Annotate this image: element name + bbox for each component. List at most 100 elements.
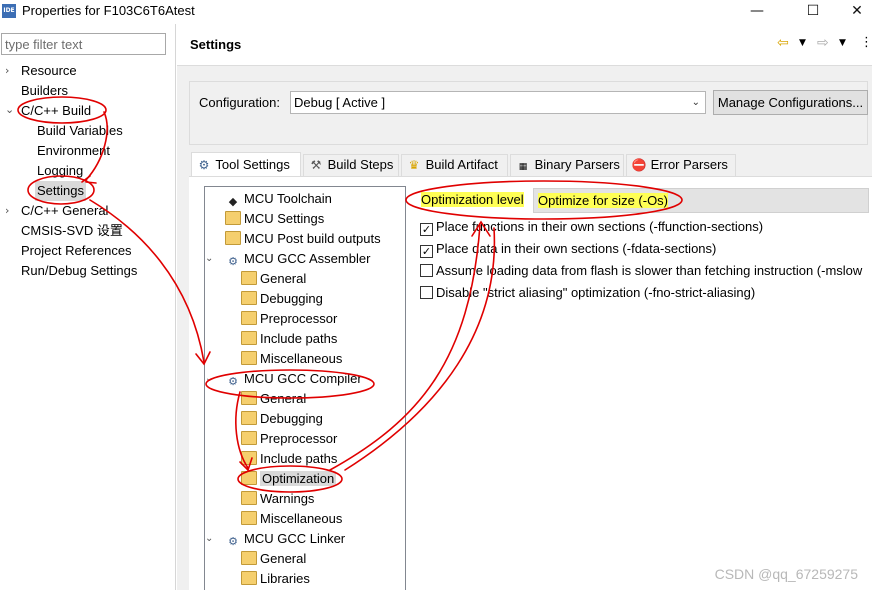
tab-binary-parsers[interactable]: ▦ Binary Parsers — [510, 154, 624, 176]
checkbox-unchecked-icon[interactable] — [420, 264, 433, 277]
checkbox-label: Disable "strict aliasing" optimization (… — [436, 285, 756, 300]
collapse-chevron-icon[interactable]: ⌄ — [205, 369, 219, 389]
configuration-group: Configuration: Debug [ Active ] ⌄ Manage… — [189, 81, 868, 145]
nav-item-cpp-build[interactable]: C/C++ Build — [21, 101, 91, 121]
tree-item-mcu-settings[interactable]: MCU Settings — [225, 209, 324, 229]
optimization-level-select[interactable]: Optimize for size (-Os) — [533, 188, 869, 213]
error-icon: ⛔ — [631, 158, 647, 172]
tree-item-compiler-general[interactable]: General — [241, 389, 306, 409]
gear-icon: ⚙ — [198, 158, 210, 172]
checkbox-label: Place data in their own sections (-fdata… — [436, 241, 717, 256]
window-title: Properties for F103C6T6Atest — [22, 3, 195, 18]
checkbox-data-sections[interactable]: ✓ Place data in their own sections (-fdat… — [420, 239, 716, 259]
forward-arrow-icon[interactable]: ⇨ — [817, 35, 829, 51]
checkbox-strict-aliasing[interactable]: Disable "strict aliasing" optimization (… — [420, 283, 755, 303]
nav-item-builders[interactable]: Builders — [21, 81, 68, 101]
folder-icon — [241, 431, 257, 445]
checkbox-unchecked-icon[interactable] — [420, 286, 433, 299]
property-navigation-panel: › Resource Builders ⌄ C/C++ Build Build … — [0, 24, 176, 590]
collapse-chevron-icon[interactable]: ⌄ — [205, 529, 219, 549]
tab-label: Tool Settings — [215, 157, 290, 172]
chip-icon: ◆ — [228, 195, 238, 208]
nav-item-build-variables[interactable]: Build Variables — [37, 121, 123, 141]
folder-icon — [241, 491, 257, 505]
nav-item-resource[interactable]: Resource — [21, 61, 77, 81]
checkbox-label: Assume loading data from flash is slower… — [436, 263, 863, 278]
dropdown-icon[interactable]: ▼ — [839, 38, 846, 48]
checkbox-mslow-flash-data[interactable]: Assume loading data from flash is slower… — [420, 261, 862, 281]
collapse-chevron-icon[interactable]: ⌄ — [205, 249, 219, 269]
back-arrow-icon[interactable]: ⇦ — [777, 35, 789, 51]
tab-label: Error Parsers — [650, 157, 728, 172]
nav-item-logging[interactable]: Logging — [37, 161, 83, 181]
folder-icon — [241, 511, 257, 525]
optimization-level-row: Optimization level Optimize for size (-O… — [419, 188, 872, 213]
folder-icon — [241, 551, 257, 565]
close-button[interactable]: ✕ — [834, 0, 872, 24]
tree-item-mcu-post-build-outputs[interactable]: MCU Post build outputs — [225, 229, 381, 249]
nav-item-cmsis-svd[interactable]: CMSIS-SVD 设置 — [21, 221, 123, 241]
tree-item-assembler-miscellaneous[interactable]: Miscellaneous — [241, 349, 342, 369]
optimization-level-value: Optimize for size (-Os) — [538, 193, 669, 208]
tree-item-linker-general[interactable]: General — [241, 549, 306, 569]
tree-item-mcu-gcc-linker[interactable]: ⌄ ⚙ MCU GCC Linker — [205, 529, 345, 549]
configuration-select[interactable]: Debug [ Active ] ⌄ — [290, 91, 706, 114]
folder-icon — [241, 451, 257, 465]
collapse-chevron-icon[interactable]: ⌄ — [5, 100, 17, 120]
folder-icon — [241, 271, 257, 285]
tab-build-artifact[interactable]: ♛ Build Artifact — [401, 154, 508, 176]
expand-chevron-icon[interactable]: › — [5, 61, 17, 81]
maximize-button[interactable]: ☐ — [790, 0, 836, 24]
tree-item-compiler-miscellaneous[interactable]: Miscellaneous — [241, 509, 342, 529]
dropdown-icon[interactable]: ▼ — [799, 38, 806, 48]
tree-item-compiler-include-paths[interactable]: Include paths — [241, 449, 337, 469]
tree-item-compiler-debugging[interactable]: Debugging — [241, 409, 323, 429]
menu-icon[interactable]: ⋮ — [860, 35, 872, 50]
checkbox-checked-icon[interactable]: ✓ — [420, 223, 433, 236]
tree-item-compiler-preprocessor[interactable]: Preprocessor — [241, 429, 337, 449]
nav-item-project-references[interactable]: Project References — [21, 241, 132, 261]
folder-icon — [241, 311, 257, 325]
chevron-down-icon: ⌄ — [691, 97, 700, 108]
nav-item-run-debug-settings[interactable]: Run/Debug Settings — [21, 261, 137, 281]
expand-chevron-icon[interactable]: › — [5, 201, 17, 221]
tree-item-mcu-gcc-compiler[interactable]: ⌄ ⚙ MCU GCC Compiler — [205, 369, 362, 389]
optimization-level-label: Optimization level — [421, 192, 524, 207]
hammer-icon: ⚒ — [310, 158, 322, 172]
nav-item-settings[interactable]: Settings — [35, 181, 86, 201]
minimize-button[interactable]: — — [734, 0, 780, 24]
tab-label: Build Steps — [327, 157, 394, 172]
gear-icon: ⚙ — [228, 535, 238, 548]
tab-build-steps[interactable]: ⚒ Build Steps — [303, 154, 399, 176]
title-bar: IDE Properties for F103C6T6Atest — ☐ ✕ — [0, 0, 872, 24]
filter-input[interactable] — [1, 33, 166, 55]
tree-item-mcu-gcc-assembler[interactable]: ⌄ ⚙ MCU GCC Assembler — [205, 249, 370, 269]
folder-icon — [241, 351, 257, 365]
tool-settings-panel: ◆ MCU Toolchain MCU Settings MCU Post bui… — [189, 176, 872, 590]
configuration-label: Configuration: — [199, 95, 280, 110]
checkbox-checked-icon[interactable]: ✓ — [420, 245, 433, 258]
configuration-value: Debug [ Active ] — [294, 95, 386, 110]
folder-icon — [241, 571, 257, 585]
checkbox-function-sections[interactable]: ✓ Place functions in their own sections (… — [420, 217, 763, 237]
nav-item-cpp-general[interactable]: C/C++ General — [21, 201, 108, 221]
watermark: CSDN @qq_67259275 — [714, 566, 858, 582]
tree-item-mcu-toolchain[interactable]: ◆ MCU Toolchain — [225, 189, 332, 209]
tab-tool-settings[interactable]: ⚙ Tool Settings — [191, 152, 301, 177]
tree-item-assembler-debugging[interactable]: Debugging — [241, 289, 323, 309]
folder-icon — [241, 331, 257, 345]
tab-error-parsers[interactable]: ⛔ Error Parsers — [626, 154, 736, 176]
tree-item-compiler-optimization[interactable]: Optimization — [241, 469, 337, 489]
nav-item-environment[interactable]: Environment — [37, 141, 110, 161]
settings-header: Settings ⇦ ▼ ⇨ ▼ ⋮ — [177, 24, 872, 66]
tree-item-assembler-include-paths[interactable]: Include paths — [241, 329, 337, 349]
folder-icon — [225, 231, 241, 245]
artifact-icon: ♛ — [408, 158, 420, 172]
folder-icon — [241, 471, 257, 485]
tree-item-linker-libraries[interactable]: Libraries — [241, 569, 310, 589]
manage-configurations-button[interactable]: Manage Configurations... — [713, 90, 868, 115]
tab-label: Binary Parsers — [534, 157, 620, 172]
tree-item-compiler-warnings[interactable]: Warnings — [241, 489, 314, 509]
tree-item-assembler-general[interactable]: General — [241, 269, 306, 289]
tree-item-assembler-preprocessor[interactable]: Preprocessor — [241, 309, 337, 329]
